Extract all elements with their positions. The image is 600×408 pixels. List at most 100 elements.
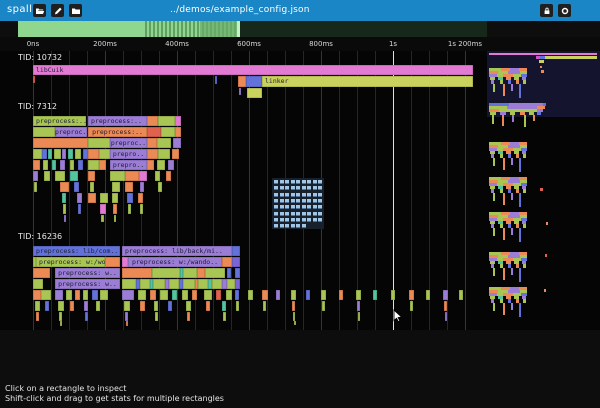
flame-bar[interactable] (92, 290, 98, 300)
flame-bar[interactable] (357, 301, 360, 311)
flame-bar[interactable] (183, 279, 195, 289)
flame-bar[interactable] (235, 290, 239, 300)
flame-bar[interactable] (409, 290, 414, 300)
flame-bar[interactable] (172, 149, 179, 159)
flame-bar[interactable] (140, 182, 144, 192)
flame-bar[interactable] (33, 290, 41, 300)
flame-bar[interactable] (205, 268, 225, 278)
flame-bar[interactable] (293, 312, 295, 321)
flame-bar[interactable] (105, 257, 120, 267)
flame-bar-labeled[interactable]: prepro.. (110, 160, 147, 170)
flame-bar[interactable] (52, 160, 56, 170)
flame-bar[interactable] (155, 171, 160, 181)
flame-bar[interactable] (78, 204, 81, 214)
gear-button[interactable] (558, 4, 571, 17)
flame-bar[interactable] (45, 301, 49, 311)
flame-bar[interactable] (33, 149, 42, 159)
flame-bar[interactable] (153, 279, 165, 289)
flame-bar[interactable] (88, 193, 96, 203)
flame-bar[interactable] (168, 160, 174, 170)
flame-bar[interactable] (157, 138, 171, 148)
flame-bar[interactable] (138, 290, 146, 300)
flame-bar[interactable] (42, 149, 47, 159)
flame-bar[interactable] (232, 257, 240, 267)
flame-bar[interactable] (88, 171, 95, 181)
flame-bar[interactable] (83, 290, 88, 300)
flame-bar[interactable] (175, 127, 181, 137)
flame-bar[interactable] (322, 301, 325, 311)
flame-bar[interactable] (223, 312, 226, 321)
flame-bar[interactable] (158, 149, 170, 159)
flame-bar[interactable] (68, 149, 73, 159)
flame-bar-labeled[interactable]: preprocess:.. (33, 116, 86, 126)
flame-bar[interactable] (70, 171, 78, 181)
flame-bar[interactable] (84, 301, 88, 311)
flame-bar[interactable] (77, 193, 82, 203)
flame-bar[interactable] (168, 301, 172, 311)
flame-bar[interactable] (127, 193, 133, 203)
flame-bar[interactable] (33, 127, 55, 137)
flame-bar[interactable] (262, 290, 268, 300)
flame-bar-labeled[interactable]: libCuik (33, 65, 473, 75)
flame-bar[interactable] (227, 279, 235, 289)
flame-bar-labeled[interactable]: prepro.. (110, 149, 147, 159)
flame-bar[interactable] (100, 193, 108, 203)
flame-bar[interactable] (125, 182, 133, 192)
flame-bar[interactable] (212, 279, 222, 289)
flame-bar[interactable] (62, 193, 66, 203)
flame-bar[interactable] (192, 290, 197, 300)
flame-bar[interactable] (227, 268, 231, 278)
flame-bar[interactable] (85, 312, 88, 321)
flame-bar[interactable] (62, 149, 66, 159)
flame-bar[interactable] (88, 149, 99, 159)
lock-button[interactable] (540, 4, 553, 17)
flame-bar[interactable] (150, 290, 156, 300)
flame-bar[interactable] (36, 312, 39, 321)
flame-bar[interactable] (443, 290, 448, 300)
flame-bar[interactable] (113, 204, 117, 214)
flame-bar[interactable] (34, 182, 37, 192)
flame-bar[interactable] (35, 301, 40, 311)
flame-bar[interactable] (172, 290, 177, 300)
flame-bar[interactable] (33, 279, 43, 289)
flame-bar[interactable] (292, 301, 295, 311)
flame-bar[interactable] (294, 321, 296, 325)
flame-bar[interactable] (140, 204, 143, 214)
flame-bar[interactable] (33, 76, 35, 83)
flame-bar[interactable] (128, 204, 131, 214)
flame-bar-labeled[interactable]: preprocess: lib/com.. (33, 246, 120, 256)
flame-bar[interactable] (235, 268, 240, 278)
flame-bar[interactable] (88, 160, 99, 170)
flame-bar-labeled[interactable]: preproc.. (110, 138, 147, 148)
flame-bar[interactable] (125, 171, 139, 181)
flame-bar[interactable] (152, 268, 180, 278)
flame-bar-labeled[interactable]: preprocess:.. (88, 116, 147, 126)
flame-bar[interactable] (126, 321, 128, 326)
flame-bar[interactable] (206, 301, 210, 311)
flame-bar[interactable] (75, 290, 80, 300)
flame-bar[interactable] (63, 204, 66, 214)
flame-bar-labeled[interactable]: preprocess:.. (88, 127, 147, 137)
flame-bar-labeled[interactable]: preprocess: w.. (55, 279, 120, 289)
flame-bar-labeled[interactable]: linker (262, 76, 473, 87)
flame-bar[interactable] (110, 171, 125, 181)
flame-bar[interactable] (160, 290, 168, 300)
flame-bar[interactable] (139, 171, 147, 181)
flame-bar[interactable] (182, 290, 188, 300)
flame-bar[interactable] (321, 290, 326, 300)
flame-bar[interactable] (204, 290, 212, 300)
flame-bar-labeled[interactable]: preprocess: lib/back/mi.. (122, 246, 232, 256)
flame-bar[interactable] (215, 76, 217, 84)
flame-bar[interactable] (222, 257, 232, 267)
flame-bar[interactable] (66, 290, 72, 300)
flame-bar[interactable] (445, 312, 447, 321)
flame-bar[interactable] (246, 76, 262, 87)
flame-bar[interactable] (222, 301, 226, 311)
flame-bar[interactable] (60, 160, 65, 170)
flame-bar[interactable] (226, 290, 232, 300)
folder-button[interactable] (69, 4, 82, 17)
flame-bar[interactable] (125, 312, 128, 321)
flame-bar[interactable] (161, 127, 175, 137)
flame-bar[interactable] (100, 204, 106, 214)
flame-bar[interactable] (33, 138, 88, 148)
